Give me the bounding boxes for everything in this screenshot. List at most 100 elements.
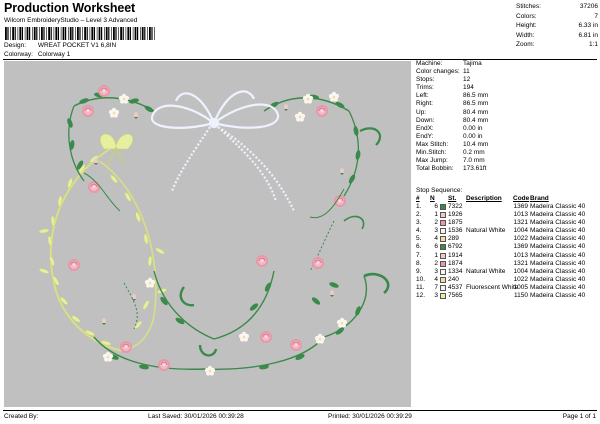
row-brand: Madeira Classic 40: [530, 259, 586, 267]
barcode-bar: [26, 27, 29, 40]
info-row: EndY: 0.00 in: [416, 133, 596, 141]
row-code: 1004: [513, 267, 528, 275]
row-index: 11.: [416, 283, 425, 291]
barcode-bar: [48, 27, 50, 40]
info-value: Tajima: [463, 60, 482, 67]
barcode-bar: [41, 27, 43, 40]
row-needle: 2: [434, 259, 438, 267]
row-stitches: 1334: [448, 267, 463, 275]
info-row: Machine: Tajima: [416, 60, 596, 68]
col-code: Code: [513, 195, 530, 202]
info-key: Stops:: [416, 76, 435, 84]
barcode-bar: [132, 27, 134, 40]
info-key: Left:: [416, 92, 429, 100]
barcode-bar: [17, 27, 19, 40]
info-value: 194: [463, 84, 474, 92]
design-name: WREAT POCKET V1 6,8IN: [37, 42, 117, 49]
row-stitches: 1926: [448, 211, 463, 219]
info-row: Trims: 194: [416, 84, 596, 92]
barcode-bar: [43, 27, 45, 40]
barcode-bar: [62, 27, 65, 40]
barcode-bar: [129, 27, 131, 40]
barcode-bar: [79, 27, 81, 40]
col-index: #: [416, 195, 420, 202]
row-index: 10.: [416, 275, 426, 283]
info-value: 0.00 in: [463, 124, 483, 132]
barcode-bar: [98, 27, 101, 40]
info-value: 7.0 mm: [463, 157, 485, 165]
barcode-bar: [141, 27, 144, 40]
summary-stats: Stitches: 37206 Colors: 7 Height: 6.33 in W…: [516, 2, 598, 50]
row-description: [466, 211, 513, 219]
row-index: 8.: [416, 259, 422, 267]
color-swatch: [440, 276, 446, 283]
barcode-bar: [46, 27, 47, 40]
stat-height: Height: 6.33 in: [516, 22, 598, 30]
color-swatch: [440, 236, 446, 243]
barcode-bar: [60, 27, 62, 40]
color-swatch: [440, 228, 446, 235]
stop-sequence-table: 1. 6 7322 1369 Madeira Classic 40 2. 1 1926 1013…: [416, 203, 598, 300]
col-description: Description: [466, 195, 502, 202]
barcode-bar: [32, 27, 33, 40]
printed-date: Printed: 30/01/2026 00:39:29: [328, 413, 412, 420]
table-row: 4. 3 1536 Natural White 1004 Madeira Classic …: [416, 227, 598, 235]
row-stitches: 1914: [448, 251, 463, 259]
color-swatch: [440, 284, 446, 291]
row-code: 1013: [513, 251, 528, 259]
barcode-bar: [57, 27, 59, 40]
barcode-bar: [29, 27, 31, 40]
row-brand: Madeira Classic 40: [530, 211, 586, 219]
row-stitches: 1874: [448, 259, 463, 267]
row-needle: 7: [434, 283, 438, 291]
barcode-bar: [12, 27, 14, 40]
info-value: 11: [463, 68, 470, 76]
info-row: Down: 80.4 mm: [416, 117, 596, 125]
info-row: Color changes: 11: [416, 68, 596, 76]
barcode-bar: [111, 27, 112, 40]
table-row: 2. 1 1926 1013 Madeira Classic 40: [416, 211, 598, 219]
barcode-bar: [137, 27, 139, 40]
row-brand: Madeira Classic 40: [530, 283, 586, 291]
row-index: 2.: [416, 211, 422, 219]
row-description: Natural White: [466, 267, 506, 275]
row-index: 1.: [416, 203, 422, 210]
info-value: 0.2 mm: [463, 149, 485, 157]
table-row: 6. 6 6792 1369 Madeira Classic 40: [416, 243, 598, 251]
row-index: 4.: [416, 227, 422, 235]
page-number: Page 1 of 1: [562, 413, 596, 420]
info-row: Max Stitch: 10.4 mm: [416, 141, 596, 149]
info-key: Trims:: [416, 84, 434, 92]
barcode-bar: [91, 27, 94, 40]
barcode-bar: [120, 27, 122, 40]
color-swatch: [440, 268, 446, 275]
color-swatch: [440, 260, 446, 267]
row-description: [466, 252, 513, 260]
barcode-bar: [36, 27, 38, 40]
barcode-bar: [105, 27, 108, 40]
row-description: [466, 276, 513, 284]
row-code: 1022: [513, 235, 528, 243]
barcode-bar: [53, 27, 55, 40]
row-code: 1150: [514, 292, 528, 300]
info-value: 80.4 mm: [463, 108, 489, 116]
info-value: 173.61ft: [463, 165, 487, 173]
info-value: 10.4 mm: [463, 140, 489, 148]
table-row: 7. 1 1914 1013 Madeira Classic 40: [416, 252, 598, 260]
stat-colors: Colors: 7: [516, 12, 598, 20]
info-value: 86.5 mm: [463, 92, 489, 100]
stat-stitches: Stitches: 37206: [516, 3, 598, 10]
table-row: 11. 7 4537 Fluorescent White 1005 Madeira Cla…: [416, 284, 598, 292]
table-row: 3. 2 1875 1321 Madeira Classic 40: [416, 219, 598, 227]
info-key: Down:: [416, 116, 435, 124]
color-swatch: [440, 244, 446, 251]
row-brand: Madeira Classic 40: [530, 235, 586, 243]
row-description: [466, 260, 513, 268]
info-key: Machine:: [416, 60, 443, 67]
design-row: Design: WREAT POCKET V1 6,8IN: [4, 42, 116, 49]
color-swatch: [440, 204, 446, 210]
row-needle: 4: [434, 275, 438, 283]
footer-divider: [3, 410, 597, 411]
col-needle: N: [430, 195, 435, 202]
design-label: Design:: [4, 42, 27, 49]
